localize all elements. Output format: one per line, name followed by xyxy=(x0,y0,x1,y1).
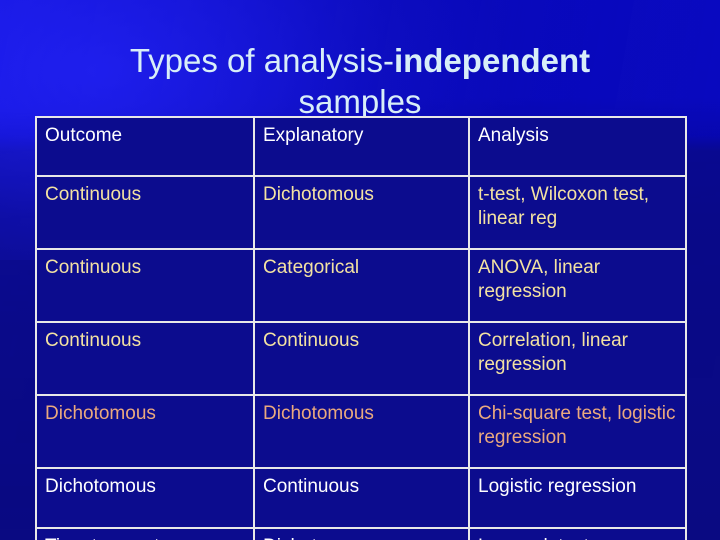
table-row: Dichotomous Dichotomous Chi-square test,… xyxy=(35,394,687,469)
table-row: Dichotomous Continuous Logistic regressi… xyxy=(35,467,687,529)
cell-analysis: Correlation, linear regression xyxy=(468,321,687,396)
cell-explanatory: Categorical xyxy=(253,248,470,323)
column-header-explanatory: Explanatory xyxy=(253,116,470,177)
cell-analysis: Chi-square test, logistic regression xyxy=(468,394,687,469)
cell-outcome: Dichotomous xyxy=(35,467,255,529)
table-row: Continuous Dichotomous t-test, Wilcoxon … xyxy=(35,175,687,250)
cell-outcome: Continuous xyxy=(35,248,255,323)
cell-explanatory: Continuous xyxy=(253,467,470,529)
cell-outcome: Continuous xyxy=(35,175,255,250)
slide-title-part1: Types of analysis- xyxy=(129,42,394,80)
cell-analysis: t-test, Wilcoxon test, linear reg xyxy=(468,175,687,250)
cell-outcome: Continuous xyxy=(35,321,255,396)
cell-explanatory: Dichotomous xyxy=(253,527,470,540)
table-row: Continuous Continuous Correlation, linea… xyxy=(35,321,687,396)
cell-explanatory: Dichotomous xyxy=(253,394,470,469)
table-header-row: Outcome Explanatory Analysis xyxy=(35,116,687,177)
cell-outcome: Dichotomous xyxy=(35,394,255,469)
cell-analysis: Logistic regression xyxy=(468,467,687,529)
cell-analysis: Log-rank test xyxy=(468,527,687,540)
analysis-table: Outcome Explanatory Analysis Continuous … xyxy=(35,116,687,540)
slide-title-emphasis: independent xyxy=(393,42,591,80)
table-row: Continuous Categorical ANOVA, linear reg… xyxy=(35,248,687,323)
column-header-analysis: Analysis xyxy=(468,116,687,177)
cell-outcome: Time to event xyxy=(35,527,255,540)
column-header-outcome: Outcome xyxy=(35,116,255,177)
cell-explanatory: Continuous xyxy=(253,321,470,396)
slide-canvas: Types of analysis-independent samples Out… xyxy=(0,0,720,540)
cell-analysis: ANOVA, linear regression xyxy=(468,248,687,323)
table-row: Time to event Dichotomous Log-rank test xyxy=(35,527,687,540)
slide-title: Types of analysis-independent samples xyxy=(0,40,720,122)
cell-explanatory: Dichotomous xyxy=(253,175,470,250)
